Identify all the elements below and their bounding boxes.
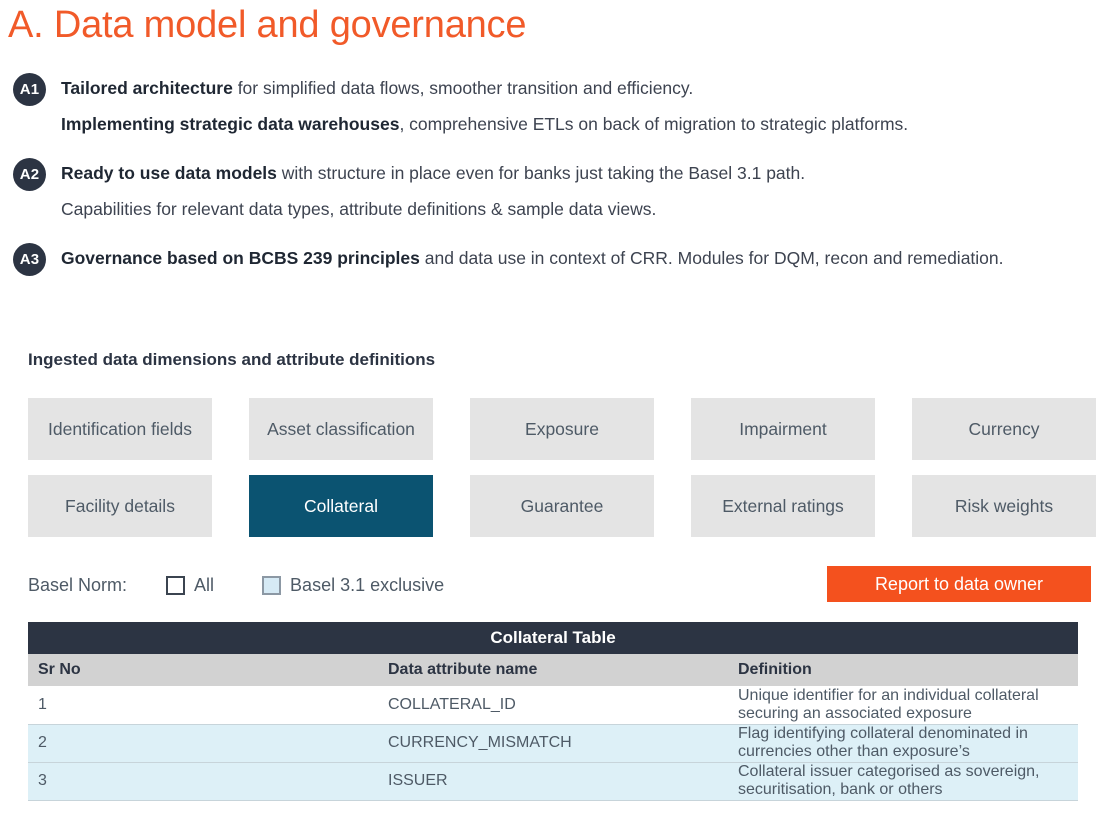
bullet-a1-line-2: Implementing strategic data warehouses, … [61,106,1106,142]
badge-a3: A3 [13,243,46,276]
cell-attribute-name: COLLATERAL_ID [378,686,728,725]
tile-identification-fields[interactable]: Identification fields [28,398,212,460]
bullet-a2-line-2-rest: Capabilities for relevant data types, at… [61,199,657,219]
cell-sr-no: 3 [28,762,378,801]
tile-external-ratings[interactable]: External ratings [691,475,875,537]
cell-definition: Collateral issuer categorised as soverei… [728,762,1078,801]
bullet-a3-line-1: Governance based on BCBS 239 principles … [61,240,1106,276]
checkbox-all-box[interactable] [166,575,186,595]
cell-attribute-name: ISSUER [378,762,728,801]
bullet-a1-line-2-bold: Implementing strategic data warehouses [61,114,400,134]
checkbox-basel-31-exclusive-label: Basel 3.1 exclusive [290,574,445,595]
bullet-a1-line-2-rest: , comprehensive ETLs on back of migratio… [399,114,909,134]
cell-sr-no: 2 [28,724,378,763]
cell-definition: Flag identifying collateral denominated … [728,724,1078,763]
table-body: 1 COLLATERAL_ID Unique identifier for an… [28,686,1078,801]
column-header-data-attribute-name[interactable]: Data attribute name [378,654,728,686]
section-heading: Ingested data dimensions and attribute d… [28,350,436,369]
bullet-a3: A3 Governance based on BCBS 239 principl… [0,240,1106,276]
bullet-a3-line-1-bold: Governance based on BCBS 239 principles [61,248,420,268]
bullet-a1: A1 Tailored architecture for simplified … [0,70,1106,142]
tile-guarantee[interactable]: Guarantee [470,475,654,537]
table-header-row: Sr No Data attribute name Definition [28,654,1078,686]
bullet-a2: A2 Ready to use data models with structu… [0,155,1106,227]
tile-currency[interactable]: Currency [912,398,1096,460]
tile-risk-weights[interactable]: Risk weights [912,475,1096,537]
cell-definition: Unique identifier for an individual coll… [728,686,1078,725]
bullet-a2-line-2: Capabilities for relevant data types, at… [61,191,1106,227]
tile-collateral[interactable]: Collateral [249,475,433,537]
tile-asset-classification[interactable]: Asset classification [249,398,433,460]
table-title: Collateral Table [28,622,1078,654]
basel-norm-filter: Basel Norm: All Basel 3.1 exclusive [28,568,492,602]
table-title-head: Collateral Table [28,622,1078,654]
checkbox-all[interactable]: All [166,575,214,596]
slide-root: A. Data model and governance A1 Tailored… [0,0,1106,820]
bullet-list: A1 Tailored architecture for simplified … [0,70,1106,289]
table-row[interactable]: 1 COLLATERAL_ID Unique identifier for an… [28,686,1078,725]
report-to-data-owner-button[interactable]: Report to data owner [827,566,1091,602]
bullet-a1-line-1: Tailored architecture for simplified dat… [61,70,1106,106]
checkbox-basel-31-exclusive-box[interactable] [262,575,282,595]
dimension-tile-grid: Identification fields Asset classificati… [28,398,1096,537]
bullet-a2-line-1-rest: with structure in place even for banks j… [276,163,806,183]
column-header-definition[interactable]: Definition [728,654,1078,686]
column-header-sr-no[interactable]: Sr No [28,654,378,686]
bullet-a3-line-1-rest: and data use in context of CRR. Modules … [419,248,1004,268]
checkbox-basel-31-exclusive[interactable]: Basel 3.1 exclusive [262,575,444,596]
cell-sr-no: 1 [28,686,378,725]
tile-impairment[interactable]: Impairment [691,398,875,460]
bullet-a2-line-1-bold: Ready to use data models [61,163,277,183]
bullet-a1-line-1-bold: Tailored architecture [61,78,233,98]
tile-exposure[interactable]: Exposure [470,398,654,460]
table-row[interactable]: 2 CURRENCY_MISMATCH Flag identifying col… [28,724,1078,763]
cell-attribute-name: CURRENCY_MISMATCH [378,724,728,763]
tile-facility-details[interactable]: Facility details [28,475,212,537]
badge-a1: A1 [13,73,46,106]
table-row[interactable]: 3 ISSUER Collateral issuer categorised a… [28,762,1078,801]
bullet-a2-line-1: Ready to use data models with structure … [61,155,1106,191]
table-title-row: Collateral Table [28,622,1078,654]
page-title: A. Data model and governance [8,4,527,46]
bullet-a1-line-1-rest: for simplified data flows, smoother tran… [232,78,694,98]
collateral-table: Collateral Table Sr No Data attribute na… [28,622,1078,801]
checkbox-all-label: All [194,574,215,595]
basel-norm-label: Basel Norm: [28,574,128,595]
badge-a2: A2 [13,158,46,191]
table-column-head: Sr No Data attribute name Definition [28,654,1078,686]
